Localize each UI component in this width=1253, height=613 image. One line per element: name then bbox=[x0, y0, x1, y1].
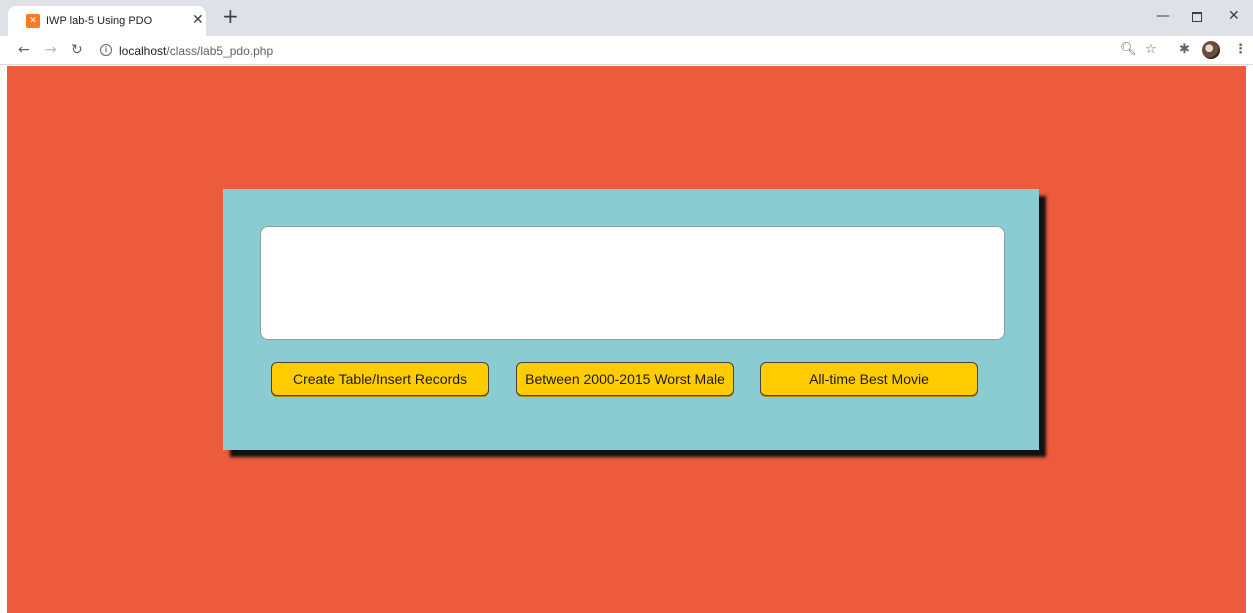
menu-icon[interactable]: ⋮ bbox=[1234, 42, 1247, 58]
address-bar[interactable]: localhost/class/lab5_pdo.php bbox=[119, 44, 273, 58]
url-host: localhost bbox=[119, 44, 167, 58]
url-path: /class/lab5_pdo.php bbox=[166, 44, 274, 58]
create-table-button[interactable]: Create Table/Insert Records bbox=[271, 362, 489, 396]
reload-icon[interactable]: ↻ bbox=[71, 41, 83, 59]
xampp-icon: ✕ bbox=[26, 14, 40, 28]
minimize-icon[interactable]: — bbox=[1156, 8, 1170, 24]
new-tab-button[interactable]: + bbox=[222, 6, 239, 26]
zoom-icon[interactable]: 🔍︎ bbox=[1120, 42, 1137, 58]
content-card: Create Table/Insert Records Between 2000… bbox=[223, 189, 1039, 450]
browser-tab[interactable]: ✕ IWP lab-5 Using PDO ✕ bbox=[8, 6, 206, 36]
tab-close-icon[interactable]: ✕ bbox=[192, 12, 204, 28]
maximize-icon[interactable] bbox=[1192, 12, 1202, 22]
worst-male-button[interactable]: Between 2000-2015 Worst Male bbox=[516, 362, 734, 396]
browser-toolbar: ← → ↻ i localhost/class/lab5_pdo.php 🔍︎ … bbox=[0, 36, 1253, 65]
info-icon[interactable]: i bbox=[100, 44, 112, 56]
tab-title: IWP lab-5 Using PDO bbox=[46, 15, 153, 27]
output-box bbox=[260, 226, 1005, 340]
star-icon[interactable]: ☆ bbox=[1145, 42, 1157, 58]
tab-strip: ✕ IWP lab-5 Using PDO ✕ + — ✕ bbox=[0, 0, 1253, 36]
forward-icon[interactable]: → bbox=[45, 41, 57, 59]
close-icon[interactable]: ✕ bbox=[1228, 8, 1240, 24]
back-icon[interactable]: ← bbox=[18, 41, 30, 59]
extensions-icon[interactable]: ✱ bbox=[1179, 42, 1190, 58]
avatar[interactable] bbox=[1202, 41, 1220, 59]
page-background: Create Table/Insert Records Between 2000… bbox=[7, 66, 1246, 613]
best-movie-button[interactable]: All-time Best Movie bbox=[760, 362, 978, 396]
